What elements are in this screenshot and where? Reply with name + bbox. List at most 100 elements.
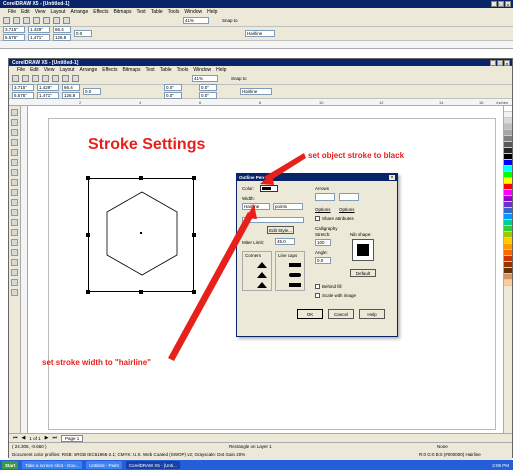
inner-menu-layout[interactable]: Layout [59, 67, 74, 73]
eyedropper-icon[interactable] [11, 259, 18, 266]
polygon-tool-icon[interactable] [11, 189, 18, 196]
inner-paste-icon[interactable] [72, 75, 79, 82]
inner-close-icon[interactable]: × [504, 59, 510, 66]
outer-angle-field[interactable]: 0.0 [74, 30, 92, 37]
inner-menu-tools[interactable]: Tools [177, 67, 189, 73]
menu-arrange[interactable]: Arrange [70, 9, 88, 15]
print-icon[interactable] [33, 17, 40, 24]
last-page-icon[interactable]: ⏭ [53, 435, 58, 441]
smart-fill-icon[interactable] [11, 159, 18, 166]
outer-scale-x[interactable]: 66.4 [53, 26, 71, 33]
first-page-icon[interactable]: ⏮ [13, 435, 18, 441]
inner-scale-x[interactable]: 66.4 [62, 84, 80, 91]
outer-scale-y[interactable]: 126.8 [53, 34, 71, 41]
inner-w-field[interactable]: 1.429" [37, 84, 59, 91]
inner-outline-a[interactable]: 0.0" [164, 84, 182, 91]
new-icon[interactable] [3, 17, 10, 24]
outer-x-field[interactable]: 3.715" [3, 26, 25, 33]
inner-x-field[interactable]: 3.715" [12, 84, 34, 91]
inner-cut-icon[interactable] [52, 75, 59, 82]
crop-tool-icon[interactable] [11, 129, 18, 136]
inner-new-icon[interactable] [12, 75, 19, 82]
blend-tool-icon[interactable] [11, 249, 18, 256]
minimize-icon[interactable]: _ [491, 1, 497, 7]
shape-tool-icon[interactable] [11, 119, 18, 126]
inner-print-icon[interactable] [42, 75, 49, 82]
color-profiles-info[interactable]: Document color profiles: RGB: sRGB IEC61… [12, 452, 245, 457]
maximize-icon[interactable]: □ [498, 1, 504, 7]
connector-tool-icon[interactable] [11, 239, 18, 246]
menu-window[interactable]: Window [184, 9, 202, 15]
inner-menu-help[interactable]: Help [216, 67, 226, 73]
interactive-fill-icon[interactable] [11, 289, 18, 296]
inner-save-icon[interactable] [32, 75, 39, 82]
inner-outline-b[interactable]: 0.0" [164, 92, 182, 99]
inner-angle-field[interactable]: 0.0 [83, 88, 101, 95]
inner-menu-edit[interactable]: Edit [30, 67, 39, 73]
cut-icon[interactable] [43, 17, 50, 24]
copy-icon[interactable] [53, 17, 60, 24]
inner-y-field[interactable]: 5.575" [12, 92, 34, 99]
freehand-tool-icon[interactable] [11, 149, 18, 156]
outer-snap-label[interactable]: Snap to [222, 18, 238, 23]
taskbar-item-coreldraw[interactable]: CorelDRAW X5 - [Unti... [125, 461, 180, 469]
text-tool-icon[interactable] [11, 209, 18, 216]
outer-hairline-select[interactable]: Hairline [245, 30, 275, 37]
paste-icon[interactable] [63, 17, 70, 24]
fill-tool-icon[interactable] [11, 279, 18, 286]
inner-menu-bitmaps[interactable]: Bitmaps [122, 67, 140, 73]
outer-zoom-field[interactable]: 41% [183, 17, 209, 24]
inner-menu-table[interactable]: Table [160, 67, 172, 73]
inner-minimize-icon[interactable]: _ [490, 59, 496, 66]
menu-help[interactable]: Help [207, 9, 217, 15]
close-icon[interactable]: × [505, 1, 511, 7]
inner-scale-y[interactable]: 126.8 [62, 92, 80, 99]
zoom-tool-icon[interactable] [11, 139, 18, 146]
inner-menu-window[interactable]: Window [193, 67, 211, 73]
menu-view[interactable]: View [35, 9, 46, 15]
ruler-tick: 2 [79, 100, 82, 105]
outer-h-field[interactable]: 1.471" [28, 34, 50, 41]
inner-outline-d[interactable]: 0.0" [199, 92, 217, 99]
inner-menu-effects[interactable]: Effects [102, 67, 117, 73]
dimension-tool-icon[interactable] [11, 229, 18, 236]
next-page-icon[interactable]: ▶ [45, 435, 49, 441]
inner-h-field[interactable]: 1.471" [37, 92, 59, 99]
menu-file[interactable]: File [8, 9, 16, 15]
start-button[interactable]: Start [2, 461, 19, 469]
inner-menu-file[interactable]: File [17, 67, 25, 73]
outer-y-field[interactable]: 5.575" [3, 34, 25, 41]
menu-layout[interactable]: Layout [50, 9, 65, 15]
table-tool-icon[interactable] [11, 219, 18, 226]
inner-zoom-field[interactable]: 41% [192, 75, 218, 82]
menu-edit[interactable]: Edit [21, 9, 30, 15]
inner-menu-text[interactable]: Text [146, 67, 155, 73]
save-icon[interactable] [23, 17, 30, 24]
menu-table[interactable]: Table [151, 9, 163, 15]
menu-effects[interactable]: Effects [93, 9, 108, 15]
pick-tool-icon[interactable] [11, 109, 18, 116]
basic-shapes-icon[interactable] [11, 199, 18, 206]
menu-text[interactable]: Text [137, 9, 146, 15]
ellipse-tool-icon[interactable] [11, 179, 18, 186]
inner-snap-label[interactable]: Snap to [231, 76, 247, 81]
inner-hairline-select[interactable]: Hairline [240, 88, 272, 95]
arrow-head-color [260, 173, 274, 185]
inner-open-icon[interactable] [22, 75, 29, 82]
outline-pen-icon[interactable] [11, 269, 18, 276]
canvas[interactable]: Stroke Settings set object stroke to bla… [28, 106, 503, 433]
outer-w-field[interactable]: 1.429" [28, 26, 50, 33]
page-tab[interactable]: Page 1 [61, 434, 84, 442]
inner-menu-arrange[interactable]: Arrange [79, 67, 97, 73]
prev-page-icon[interactable]: ◀ [22, 435, 26, 441]
menu-tools[interactable]: Tools [168, 9, 180, 15]
taskbar-item-browser[interactable]: Take a screen shot - Goo... [22, 461, 83, 469]
taskbar-item-paint[interactable]: Untitled - Paint [86, 461, 122, 469]
inner-maximize-icon[interactable]: □ [497, 59, 503, 66]
inner-outline-c[interactable]: 0.0" [199, 84, 217, 91]
inner-copy-icon[interactable] [62, 75, 69, 82]
rectangle-tool-icon[interactable] [11, 169, 18, 176]
menu-bitmaps[interactable]: Bitmaps [113, 9, 131, 15]
inner-menu-view[interactable]: View [44, 67, 55, 73]
open-icon[interactable] [13, 17, 20, 24]
